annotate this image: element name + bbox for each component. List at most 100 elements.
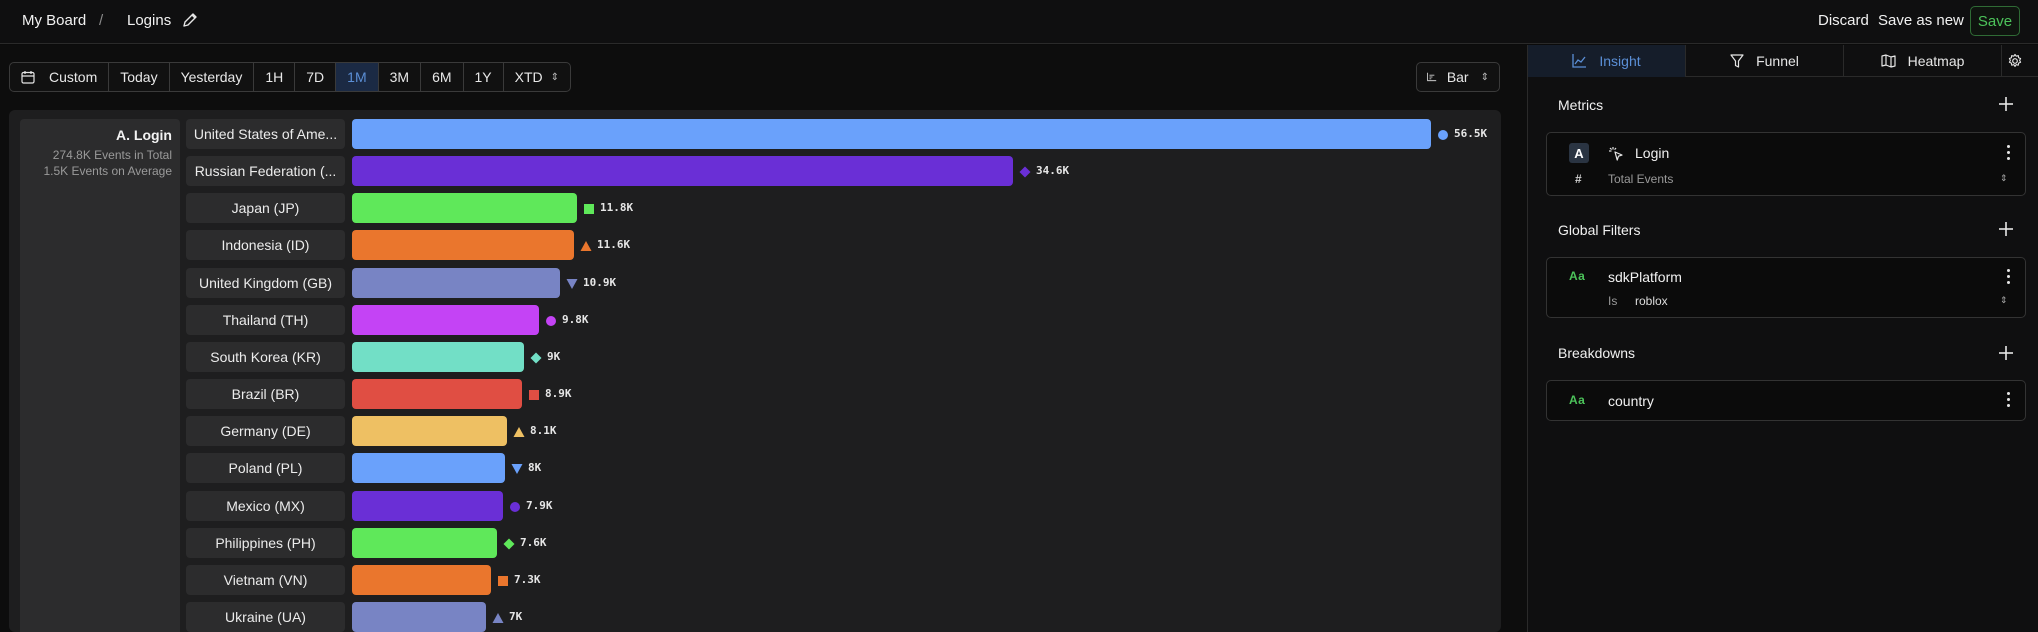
value-label: 11.6K	[597, 238, 631, 251]
value-label: 56.5K	[1454, 127, 1488, 140]
time-range-selector: Custom Today Yesterday 1H 7D 1M 3M 6M 1Y…	[9, 62, 572, 92]
range-xtd-select[interactable]: XTD ⇕	[504, 63, 570, 91]
range-6m-button[interactable]: 6M	[421, 63, 464, 91]
filter-menu-icon[interactable]	[2007, 269, 2011, 285]
breadcrumb-board[interactable]: My Board	[22, 12, 86, 29]
filter-card[interactable]: Aa sdkPlatform Is roblox ⇕	[1546, 257, 2026, 318]
value-label: 7.9K	[526, 499, 553, 512]
value-label: 8.9K	[545, 387, 572, 400]
category-label: United States of Ame...	[186, 119, 345, 149]
filter-property: sdkPlatform	[1608, 269, 1682, 285]
square-marker-icon	[528, 388, 540, 400]
filter-value-select[interactable]: roblox	[1635, 294, 1668, 308]
category-label: Ukraine (UA)	[186, 602, 345, 632]
value-label: 11.8K	[600, 201, 634, 214]
edit-title-icon[interactable]	[182, 12, 198, 28]
category-label: Germany (DE)	[186, 416, 345, 446]
breakdown-property: country	[1608, 393, 1654, 409]
tab-funnel[interactable]: Funnel	[1686, 45, 1844, 77]
series-average: 1.5K Events on Average	[43, 164, 172, 178]
bar-chart-icon	[1427, 72, 1437, 82]
bar[interactable]	[352, 119, 1431, 149]
metric-badge: A	[1569, 143, 1589, 163]
bar[interactable]	[352, 156, 1013, 186]
category-label: Vietnam (VN)	[186, 565, 345, 595]
triangle-marker-icon	[513, 425, 525, 437]
range-label: XTD	[514, 69, 543, 85]
range-1m-button[interactable]: 1M	[336, 63, 379, 91]
breakdowns-heading: Breakdowns	[1558, 345, 1636, 361]
bar[interactable]	[352, 193, 577, 223]
value-label: 7K	[509, 610, 523, 623]
breadcrumb-title: Logins	[127, 12, 172, 29]
save-as-new-button[interactable]: Save as new	[1878, 12, 1964, 29]
diamond-marker-icon	[503, 537, 515, 550]
category-label: Philippines (PH)	[186, 528, 345, 558]
bar[interactable]	[352, 416, 507, 446]
panel-tabs: Insight Funnel Heatmap	[1528, 45, 2038, 77]
global-filters-heading: Global Filters	[1558, 222, 1641, 238]
category-label: Mexico (MX)	[186, 491, 345, 521]
range-3m-button[interactable]: 3M	[379, 63, 422, 91]
aggregation-select[interactable]: Total Events	[1608, 172, 1673, 186]
chevron-updown-icon: ⇕	[2000, 173, 2008, 183]
metric-card[interactable]: A Login # Total Events ⇕	[1546, 132, 2026, 196]
metric-event-name: Login	[1635, 145, 1670, 161]
diamond-marker-icon	[530, 351, 542, 364]
chart-type-select[interactable]: Bar ⇕	[1416, 62, 1500, 92]
category-label: Russian Federation (...	[186, 156, 345, 186]
string-type-icon: Aa	[1569, 269, 1586, 283]
metric-menu-icon[interactable]	[2007, 145, 2011, 161]
add-breakdown-icon[interactable]	[1998, 345, 2014, 361]
panel-settings-button[interactable]	[2002, 45, 2038, 77]
value-label: 7.6K	[520, 536, 547, 549]
bar[interactable]	[352, 453, 505, 483]
tab-label: Heatmap	[1907, 53, 1965, 69]
bar[interactable]	[352, 305, 539, 335]
category-label: Japan (JP)	[186, 193, 345, 223]
square-marker-icon	[583, 202, 595, 214]
range-today-button[interactable]: Today	[109, 63, 170, 91]
range-label: Custom	[49, 69, 98, 85]
chevron-updown-icon: ⇕	[1480, 71, 1489, 83]
tab-heatmap[interactable]: Heatmap	[1844, 45, 2002, 77]
chart-type-label: Bar	[1446, 69, 1469, 85]
bar[interactable]	[352, 379, 522, 409]
circle-marker-icon	[1437, 128, 1449, 140]
category-label: Poland (PL)	[186, 453, 345, 483]
range-yesterday-button[interactable]: Yesterday	[170, 63, 255, 91]
chevron-updown-icon: ⇕	[2000, 295, 2008, 305]
range-7d-button[interactable]: 7D	[295, 63, 337, 91]
metrics-heading: Metrics	[1558, 97, 1604, 113]
triangle-down-marker-icon	[511, 462, 523, 474]
bar[interactable]	[352, 342, 524, 372]
breakdown-card[interactable]: Aa country	[1546, 380, 2026, 421]
triangle-marker-icon	[580, 239, 592, 251]
range-custom-button[interactable]: Custom	[10, 63, 110, 91]
breakdown-menu-icon[interactable]	[2007, 392, 2011, 408]
tab-insight[interactable]: Insight	[1528, 45, 1686, 77]
range-1y-button[interactable]: 1Y	[464, 63, 504, 91]
bar[interactable]	[352, 565, 491, 595]
circle-marker-icon	[509, 500, 521, 512]
bar[interactable]	[352, 268, 560, 298]
chart-icon	[1572, 54, 1587, 68]
discard-button[interactable]: Discard	[1818, 12, 1869, 29]
range-1h-button[interactable]: 1H	[254, 63, 296, 91]
bar-chart: A. Login 274.8K Events in Total 1.5K Eve…	[9, 110, 1501, 632]
top-bar: My Board / Logins Discard Save as new Sa…	[0, 0, 2038, 44]
category-label: Indonesia (ID)	[186, 230, 345, 260]
add-metric-icon[interactable]	[1998, 96, 2014, 112]
value-label: 7.3K	[514, 573, 541, 586]
calendar-icon	[21, 71, 35, 84]
save-button[interactable]: Save	[1970, 6, 2020, 36]
triangle-down-marker-icon	[566, 277, 578, 289]
bar[interactable]	[352, 230, 574, 260]
filter-operator: Is	[1608, 294, 1618, 308]
add-filter-icon[interactable]	[1998, 221, 2014, 237]
diamond-marker-icon	[1019, 165, 1031, 178]
bar[interactable]	[352, 491, 503, 521]
bar[interactable]	[352, 528, 497, 558]
bar[interactable]	[352, 602, 486, 632]
string-type-icon: Aa	[1569, 393, 1586, 407]
